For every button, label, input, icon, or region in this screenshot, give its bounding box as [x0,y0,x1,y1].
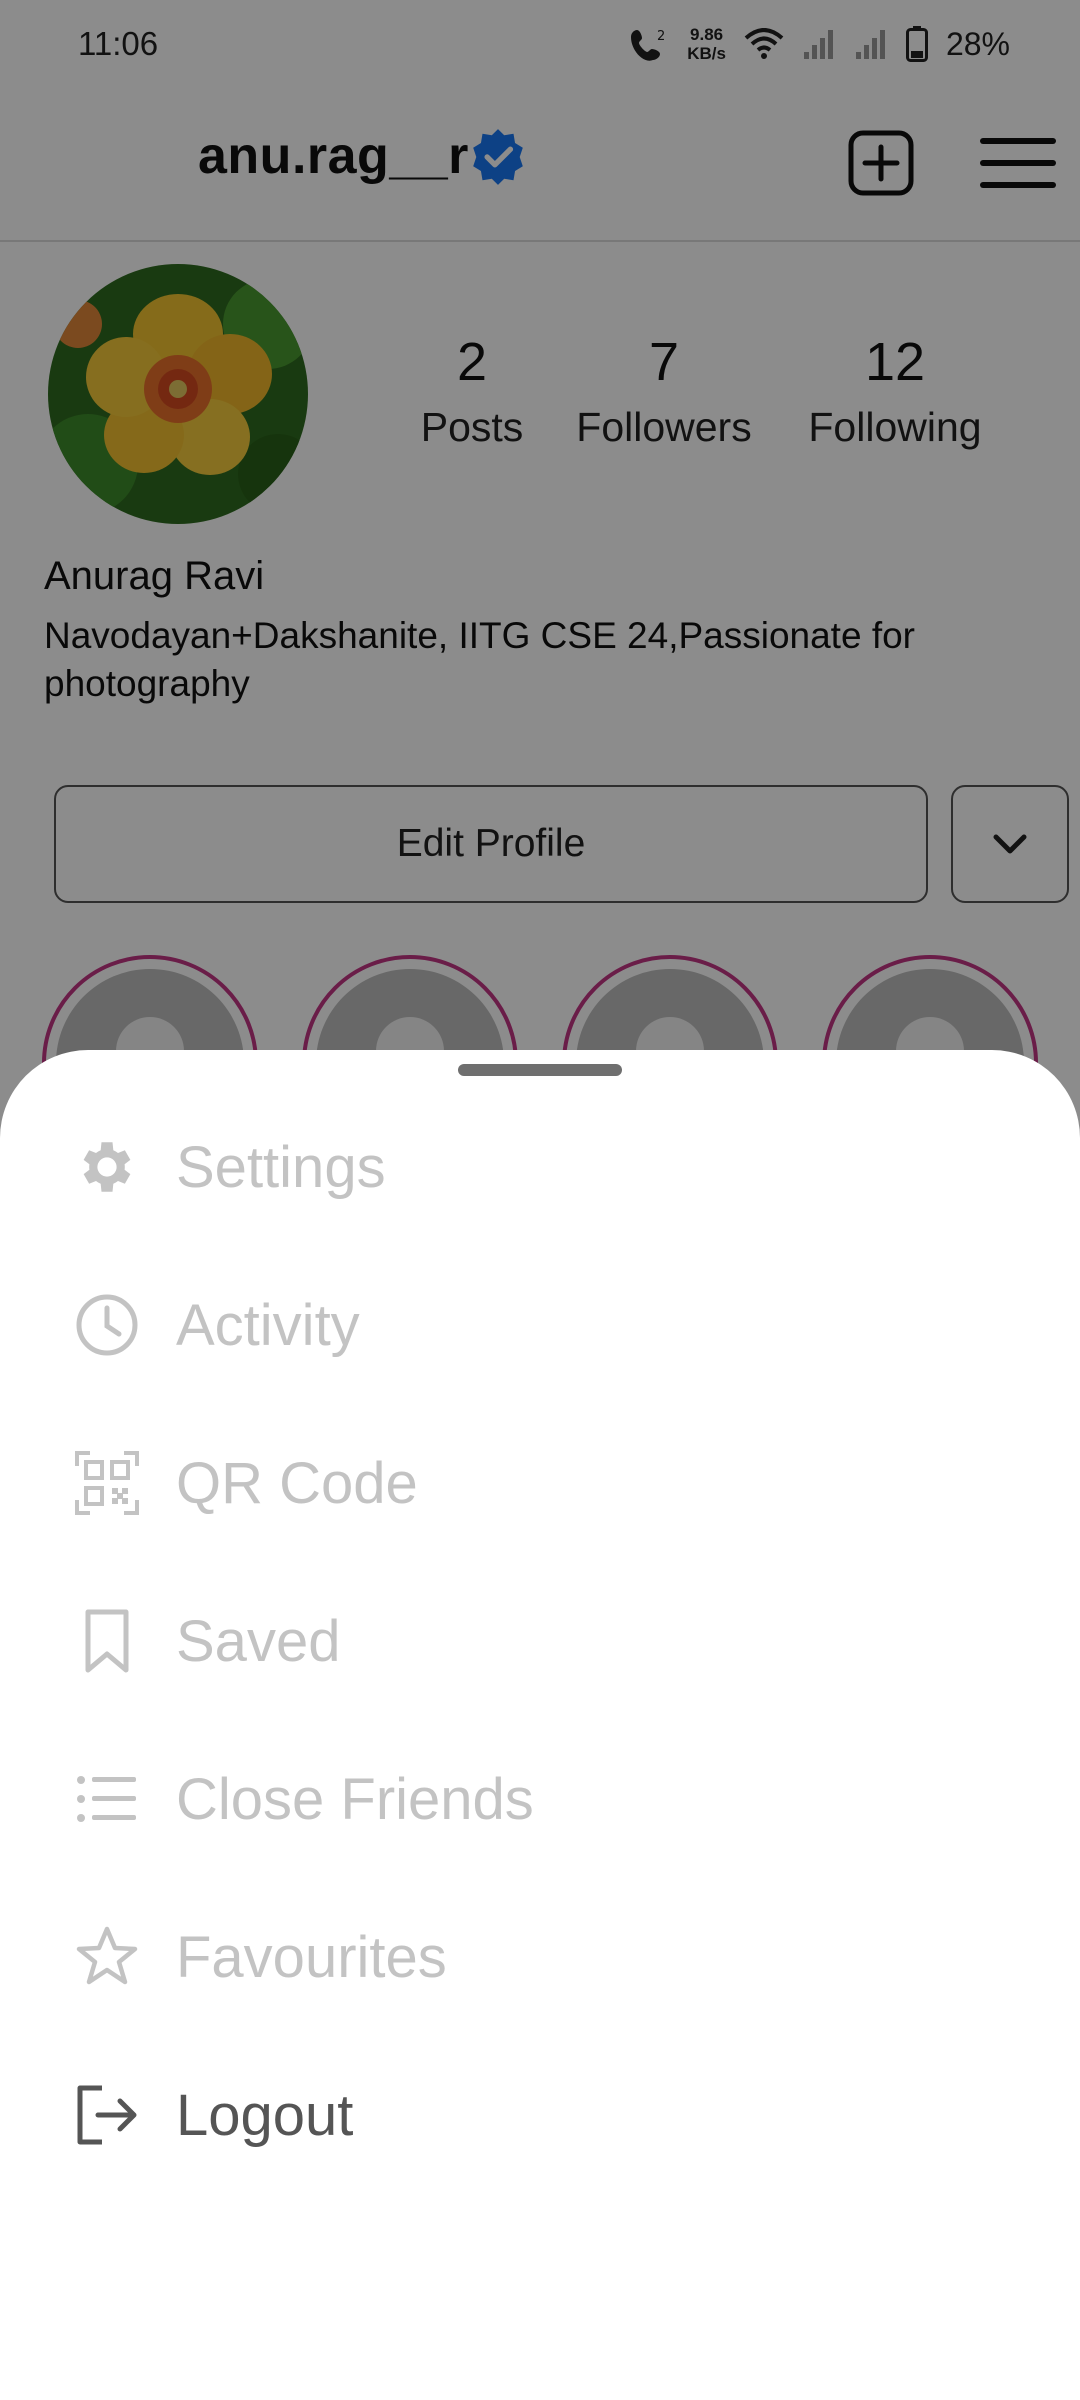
menu-item-label: Saved [176,1608,341,1674]
logout-icon [72,2080,142,2150]
clock-icon [72,1290,142,1360]
menu-item-close-friends[interactable]: Close Friends [0,1734,1080,1864]
bookmark-icon [72,1606,142,1676]
menu-item-activity[interactable]: Activity [0,1260,1080,1390]
list-icon [72,1764,142,1834]
menu-item-settings[interactable]: Settings [0,1102,1080,1232]
menu-item-label: Favourites [176,1924,447,1990]
options-bottom-sheet: Settings Activity QR Code Saved Close Fr… [0,1050,1080,2400]
star-icon [72,1922,142,1992]
menu-item-label: Close Friends [176,1766,534,1832]
menu-item-label: QR Code [176,1450,418,1516]
gear-icon [72,1132,142,1202]
menu-item-logout[interactable]: Logout [0,2050,1080,2180]
menu-item-qr-code[interactable]: QR Code [0,1418,1080,1548]
menu-item-saved[interactable]: Saved [0,1576,1080,1706]
menu-item-label: Settings [176,1134,386,1200]
menu-item-label: Activity [176,1292,360,1358]
menu-item-label: Logout [176,2082,354,2148]
sheet-drag-handle[interactable] [458,1064,622,1076]
menu-item-favourites[interactable]: Favourites [0,1892,1080,2022]
qr-code-icon [72,1448,142,1518]
